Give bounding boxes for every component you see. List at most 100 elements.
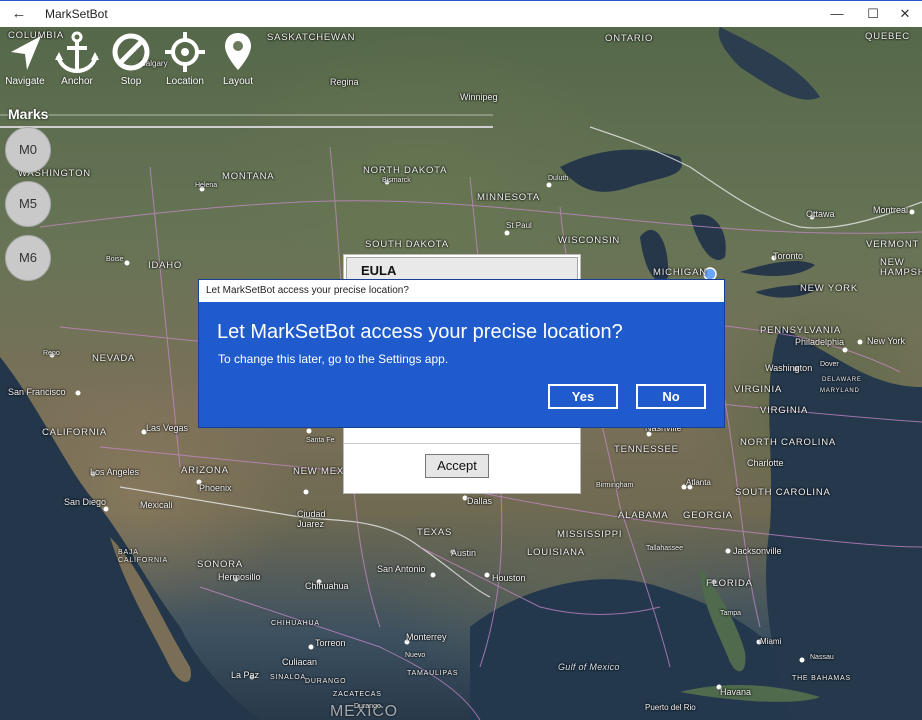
map-label: Tallahassee xyxy=(646,545,683,552)
map-label: Regina xyxy=(330,77,359,87)
location-permission-dialog: Let MarkSetBot access your precise locat… xyxy=(198,279,725,428)
map-label: Boise xyxy=(106,256,124,263)
map-label: Dallas xyxy=(467,496,493,506)
map-label: Toronto xyxy=(773,251,804,261)
map-label: NORTH CAROLINA xyxy=(740,437,837,448)
stop-button[interactable]: Stop xyxy=(106,30,156,87)
map-label: Chihuahua xyxy=(305,581,349,591)
map-label: THE BAHAMAS xyxy=(792,675,851,682)
map-label: SINALOA xyxy=(270,674,306,681)
map-label: ALABAMA xyxy=(618,510,669,521)
map-label: ZACATECAS xyxy=(333,691,382,698)
map-label: Nuevo xyxy=(405,652,426,659)
dialog-message: To change this later, go to the Settings… xyxy=(218,352,449,366)
map-label: NEVADA xyxy=(92,353,136,364)
dialog-window-title: Let MarkSetBot access your precise locat… xyxy=(206,285,409,296)
map-label: San Antonio xyxy=(377,564,426,574)
mark-button-m6[interactable]: M6 xyxy=(5,235,51,281)
map-label: San Francisco xyxy=(8,387,66,397)
navigate-label: Navigate xyxy=(5,76,45,87)
map-label: Reno xyxy=(43,350,60,357)
map-label: NEW HAMPSHIRE xyxy=(880,257,922,278)
map-label: Monterrey xyxy=(406,632,447,642)
dialog-title-bar: Let MarkSetBot access your precise locat… xyxy=(199,280,724,302)
map-label: Dover xyxy=(820,361,839,368)
map-label: Helena xyxy=(195,182,218,189)
map-label: Havana xyxy=(720,687,752,697)
map-label: TAMAULIPAS xyxy=(407,670,459,677)
location-button[interactable]: Location xyxy=(160,30,210,87)
map-label: Jacksonville xyxy=(733,546,782,556)
map-label: MICHIGAN xyxy=(653,267,707,278)
anchor-button[interactable]: Anchor xyxy=(52,30,102,87)
map-label: Charlotte xyxy=(747,458,784,468)
map-label: PENNSYLVANIA xyxy=(760,325,842,336)
layout-label: Layout xyxy=(222,76,254,87)
map-label: Atlanta xyxy=(686,478,711,487)
anchor-label: Anchor xyxy=(61,76,93,87)
eula-divider xyxy=(344,443,580,444)
map-label: DURANGO xyxy=(305,678,347,685)
map-label: MINNESOTA xyxy=(477,192,540,203)
map-label: San Diego xyxy=(64,497,107,507)
map-label: La Paz xyxy=(231,670,260,680)
map-label: MARYLAND xyxy=(820,388,860,394)
map-pin-icon xyxy=(225,33,251,70)
no-button[interactable]: No xyxy=(636,384,706,409)
map-label: Winnipeg xyxy=(460,92,498,102)
stop-icon xyxy=(112,33,150,71)
map-label: ARIZONA xyxy=(181,465,229,476)
anchor-icon xyxy=(55,31,99,74)
map-label: SOUTH DAKOTA xyxy=(365,239,449,250)
map-label: Birmingham xyxy=(596,482,634,489)
navigate-arrow-icon xyxy=(11,36,41,70)
map-label: MISSISSIPPI xyxy=(557,529,623,540)
map-label: MONTANA xyxy=(222,171,275,182)
yes-button[interactable]: Yes xyxy=(548,384,618,409)
map-label: Durango xyxy=(354,703,381,710)
map-label: Phoenix xyxy=(199,483,232,493)
map-label: DELAWARE xyxy=(822,377,862,383)
map-label: NEW YORK xyxy=(800,283,858,294)
map-label: Culiacan xyxy=(282,657,318,667)
mark-button-m5[interactable]: M5 xyxy=(5,181,51,227)
map-label: CHIHUAHUA xyxy=(271,620,320,627)
minimize-button[interactable]: — xyxy=(820,1,854,27)
map-label: Ciudad Juarez xyxy=(297,509,326,529)
map-label: Santa Fe xyxy=(306,437,335,444)
marks-divider xyxy=(0,126,493,128)
dialog-heading: Let MarkSetBot access your precise locat… xyxy=(217,321,623,343)
map-label: Mexicali xyxy=(140,500,173,510)
map-label: SONORA xyxy=(197,559,243,570)
map-label: FLORIDA xyxy=(706,578,753,589)
navigate-button[interactable]: Navigate xyxy=(0,30,50,87)
map-label: Tampa xyxy=(720,610,742,617)
accept-button[interactable]: Accept xyxy=(425,454,489,478)
stop-label: Stop xyxy=(120,76,142,87)
map-label: Gulf of Mexico xyxy=(558,662,620,672)
close-button[interactable]: ✕ xyxy=(888,1,922,27)
map-label: Torreon xyxy=(315,638,346,648)
map-label: BAJA CALIFORNIA xyxy=(118,549,169,564)
maximize-button[interactable]: ☐ xyxy=(856,1,890,27)
map-label: Los Angeles xyxy=(90,467,140,477)
map-label: TEXAS xyxy=(417,527,453,538)
map-label: TENNESSEE xyxy=(614,444,679,455)
map-label: ONTARIO xyxy=(605,33,654,44)
mark-button-m0[interactable]: M0 xyxy=(5,127,51,173)
map-label: Ottawa xyxy=(806,209,835,219)
map-label: Houston xyxy=(492,573,526,583)
map-label: GEORGIA xyxy=(683,510,733,521)
map-label: Philadelphia xyxy=(795,337,845,347)
location-label: Location xyxy=(166,76,204,87)
map-label: CALIFORNIA xyxy=(42,427,108,438)
map-label: SOUTH CAROLINA xyxy=(735,487,831,498)
map-label: Nassau xyxy=(810,654,834,661)
map-label: VIRGINIA xyxy=(734,384,783,395)
map-label: Washington xyxy=(765,363,813,373)
layout-button[interactable]: Layout xyxy=(213,30,263,87)
map-label: LOUISIANA xyxy=(527,547,585,558)
map-label: Hermosillo xyxy=(218,572,261,582)
back-arrow-icon[interactable]: ← xyxy=(9,4,29,24)
map-label: Montreal xyxy=(873,205,909,215)
